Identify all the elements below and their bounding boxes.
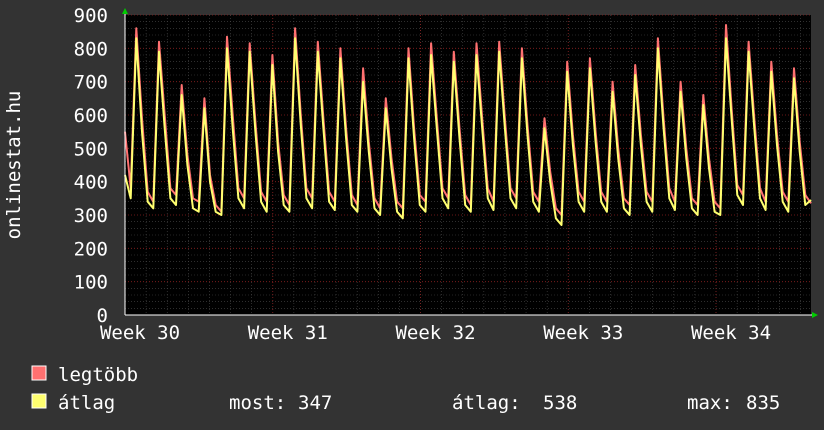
legend-label-atlag: átlag: [58, 392, 115, 414]
legend-label-legtobb: legtöbb: [58, 364, 138, 386]
y-tick-label: 300: [74, 205, 108, 227]
chart: 0100200300400500600700800900 Week 30 Week…: [3, 5, 818, 414]
y-tick-label: 600: [74, 105, 108, 127]
legend: legtöbb átlag most: 347 átlag: 538 max: …: [31, 364, 780, 414]
y-tick-label: 700: [74, 72, 108, 94]
y-axis-label: onlinestat.hu: [3, 91, 25, 240]
legend-swatch-legtobb: [31, 365, 47, 381]
x-tick-label: Week 30: [100, 322, 180, 344]
y-tick-label: 500: [74, 138, 108, 160]
x-tick-label: Week 34: [691, 322, 771, 344]
stat-max-label: max:: [687, 392, 733, 414]
x-axis-arrow: [812, 312, 818, 318]
y-axis-arrow: [122, 8, 128, 14]
x-tick-label: Week 31: [248, 322, 328, 344]
y-tick-label: 400: [74, 172, 108, 194]
stat-max-value: 835: [746, 392, 780, 414]
y-axis-ticks: 0100200300400500600700800900: [74, 5, 108, 327]
y-tick-label: 800: [74, 38, 108, 60]
x-axis-ticks: Week 30 Week 31 Week 32 Week 33 Week 34: [100, 322, 771, 344]
y-tick-label: 100: [74, 272, 108, 294]
y-tick-label: 200: [74, 238, 108, 260]
stat-avg-label: átlag:: [452, 392, 521, 414]
stat-avg-value: 538: [543, 392, 577, 414]
stat-now-value: 347: [298, 392, 332, 414]
stat-now-label: most:: [229, 392, 286, 414]
y-tick-label: 900: [74, 5, 108, 27]
x-tick-label: Week 32: [395, 322, 475, 344]
legend-swatch-atlag: [31, 393, 47, 409]
x-tick-label: Week 33: [543, 322, 623, 344]
